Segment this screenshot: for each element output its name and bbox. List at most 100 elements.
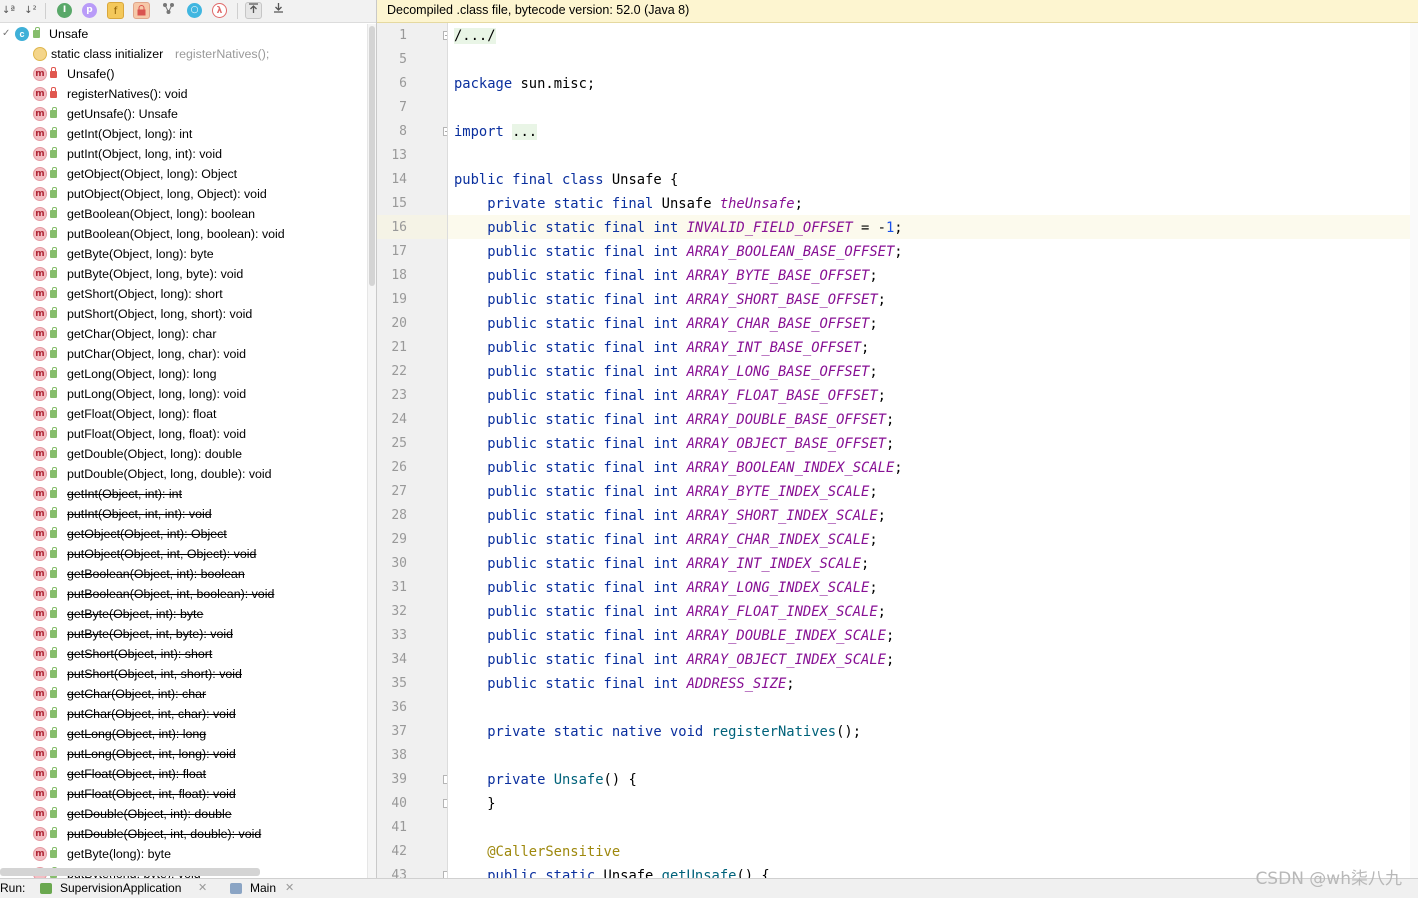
line-number: 20: [391, 316, 407, 331]
show-fields-icon[interactable]: f: [107, 2, 124, 19]
show-non-public-icon[interactable]: [133, 2, 150, 19]
code-line: public static final int ARRAY_OBJECT_BAS…: [454, 432, 894, 456]
sort-alphabetically-icon[interactable]: ↓ª: [0, 2, 17, 19]
tree-method-item[interactable]: m getDouble(Object, long): double: [0, 444, 368, 464]
collapse-all-icon[interactable]: [270, 2, 287, 19]
public-access-icon: [50, 247, 57, 258]
tree-method-item[interactable]: m putChar(Object, int, char): void: [0, 704, 368, 724]
tree-method-item[interactable]: m getObject(Object, long): Object: [0, 164, 368, 184]
tree-method-item[interactable]: m getBoolean(Object, long): boolean: [0, 204, 368, 224]
tree-method-item[interactable]: m putInt(Object, int, int): void: [0, 504, 368, 524]
tree-method-item[interactable]: m putByte(Object, int, byte): void: [0, 624, 368, 644]
code-line: public static final int ARRAY_LONG_BASE_…: [454, 360, 877, 384]
method-label: getShort(Object, long): short: [67, 287, 223, 301]
sort-by-visibility-icon[interactable]: ↓²: [22, 2, 39, 19]
code-line: public static final int ARRAY_FLOAT_INDE…: [454, 600, 886, 624]
public-access-icon: [50, 607, 57, 618]
code-token: ARRAY_SHORT_INDEX_SCALE: [686, 508, 878, 524]
tree-method-item[interactable]: m getShort(Object, int): short: [0, 644, 368, 664]
scrollbar-thumb[interactable]: [369, 26, 375, 286]
tree-method-item[interactable]: m putObject(Object, int, Object): void: [0, 544, 368, 564]
tree-method-item[interactable]: m putObject(Object, long, Object): void: [0, 184, 368, 204]
method-label: getByte(Object, int): byte: [67, 607, 204, 621]
code-token: Unsafe: [653, 196, 720, 212]
tree-method-item[interactable]: m putBoolean(Object, int, boolean): void: [0, 584, 368, 604]
show-lambdas-icon[interactable]: λ: [212, 3, 227, 18]
code-token[interactable]: ...: [512, 124, 538, 140]
tree-method-item[interactable]: m getInt(Object, int): int: [0, 484, 368, 504]
tree-method-item[interactable]: m getShort(Object, long): short: [0, 284, 368, 304]
structure-horizontal-scrollbar[interactable]: [0, 868, 260, 876]
run-tab-supervision[interactable]: SupervisionApplication ✕: [40, 879, 212, 898]
method-icon: m: [33, 347, 47, 361]
toolbar-separator: [237, 3, 238, 19]
code-token[interactable]: /.../: [454, 28, 496, 44]
tree-method-item[interactable]: m putInt(Object, long, int): void: [0, 144, 368, 164]
code-token: ;: [885, 628, 895, 644]
code-editor[interactable]: /.../ package sun.misc; import ... public f…: [448, 23, 1410, 878]
tree-method-item[interactable]: m getChar(Object, int): char: [0, 684, 368, 704]
structure-panel: ↓ª ↓² I p f ○ λ ✓ c Unsafe static class …: [0, 0, 377, 878]
tree-method-item[interactable]: m putBoolean(Object, long, boolean): void: [0, 224, 368, 244]
method-label: putBoolean(Object, long, boolean): void: [67, 227, 285, 241]
tree-method-item[interactable]: m getFloat(Object, long): float: [0, 404, 368, 424]
tree-method-item[interactable]: m registerNatives(): void: [0, 84, 368, 104]
code-token: public static final int: [454, 604, 679, 620]
tree-method-item[interactable]: m putByte(Object, long, byte): void: [0, 264, 368, 284]
tree-method-item[interactable]: m putLong(Object, long, long): void: [0, 384, 368, 404]
tree-method-item[interactable]: m getChar(Object, long): char: [0, 324, 368, 344]
tree-method-item[interactable]: m putChar(Object, long, char): void: [0, 344, 368, 364]
tree-static-initializer[interactable]: static class initializer registerNatives…: [0, 44, 368, 64]
tree-method-item[interactable]: m getByte(long): byte: [0, 844, 368, 864]
show-inherited-icon[interactable]: I: [57, 3, 72, 18]
code-token: ;: [869, 484, 878, 500]
method-icon: m: [33, 227, 47, 241]
line-number-gutter[interactable]: 1+5678+131415161718192021222324252627282…: [377, 23, 448, 878]
tree-method-item[interactable]: m getFloat(Object, int): float: [0, 764, 368, 784]
code-token: () {: [736, 868, 770, 878]
tree-root-class[interactable]: ✓ c Unsafe: [0, 24, 368, 44]
tree-method-item[interactable]: m getByte(Object, long): byte: [0, 244, 368, 264]
tree-method-item[interactable]: m getLong(Object, long): long: [0, 364, 368, 384]
code-token: ;: [877, 604, 886, 620]
tree-method-item[interactable]: m Unsafe(): [0, 64, 368, 84]
tree-method-item[interactable]: m getByte(Object, int): byte: [0, 604, 368, 624]
close-icon[interactable]: ✕: [198, 879, 207, 898]
editor-scrollbar[interactable]: [1410, 23, 1418, 878]
run-tab-main[interactable]: Main ✕: [230, 879, 300, 898]
code-token: public static final int: [454, 460, 679, 476]
code-token: ;: [885, 652, 895, 668]
tree-method-item[interactable]: m putDouble(Object, int, double): void: [0, 824, 368, 844]
tree-method-item[interactable]: m getObject(Object, int): Object: [0, 524, 368, 544]
method-label: getObject(Object, int): Object: [67, 527, 227, 541]
code-token: registerNatives: [711, 724, 837, 740]
tree-method-item[interactable]: m putLong(Object, int, long): void: [0, 744, 368, 764]
tree-method-item[interactable]: m getUnsafe(): Unsafe: [0, 104, 368, 124]
tree-method-item[interactable]: m putFloat(Object, long, float): void: [0, 424, 368, 444]
public-access-icon: [50, 287, 57, 298]
show-properties-icon[interactable]: p: [82, 3, 97, 18]
public-access-icon: [50, 347, 57, 358]
code-token: }: [454, 796, 496, 812]
tree-method-item[interactable]: m getDouble(Object, int): double: [0, 804, 368, 824]
code-token: ARRAY_LONG_BASE_OFFSET: [686, 364, 870, 380]
close-icon[interactable]: ✕: [285, 879, 294, 898]
chevron-down-icon[interactable]: ✓: [2, 24, 10, 44]
method-icon: m: [33, 127, 47, 141]
show-interfaces-icon[interactable]: ○: [187, 3, 202, 18]
code-line: }: [454, 792, 496, 816]
tree-method-item[interactable]: m getBoolean(Object, int): boolean: [0, 564, 368, 584]
tree-method-item[interactable]: m putShort(Object, long, short): void: [0, 304, 368, 324]
tree-method-item[interactable]: m putFloat(Object, int, float): void: [0, 784, 368, 804]
code-token: ARRAY_LONG_INDEX_SCALE: [686, 580, 870, 596]
tree-method-item[interactable]: m getLong(Object, int): long: [0, 724, 368, 744]
tree-method-item[interactable]: m putShort(Object, int, short): void: [0, 664, 368, 684]
tree-method-item[interactable]: m putDouble(Object, long, double): void: [0, 464, 368, 484]
tree-method-item[interactable]: m getInt(Object, long): int: [0, 124, 368, 144]
code-line: public static final int ARRAY_CHAR_BASE_…: [454, 312, 877, 336]
expand-all-icon[interactable]: [245, 2, 262, 19]
public-access-icon: [50, 187, 57, 198]
show-anonymous-icon[interactable]: [160, 2, 177, 19]
